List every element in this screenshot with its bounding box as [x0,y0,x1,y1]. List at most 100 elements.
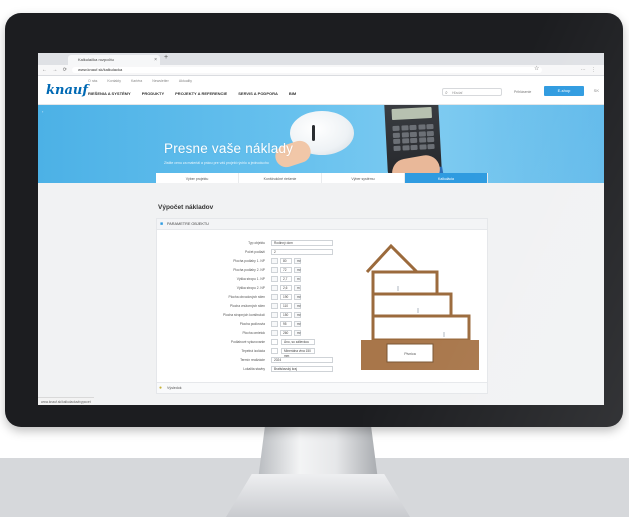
number-input[interactable]: 110 [280,303,292,309]
form-label: Plocha obvodových stien [228,295,265,299]
unit-label[interactable]: m [294,276,301,282]
form-row: Lokalita stavby Bratislavský kraj [157,366,343,373]
hero-prev-arrow[interactable]: ‹ [42,109,43,114]
stepper-decrement[interactable] [271,294,278,300]
form-row: Výška stropu 2. NP 2,6 m [157,285,343,292]
stepper-decrement[interactable] [271,258,278,264]
calculator-image [384,105,442,177]
browser-menu-icon[interactable]: ⋯ ⋮ [581,67,598,73]
form-label: Podlahové vykurovanie [230,340,265,344]
top-links: O nás Kontakty Kariéra Newsletter Aktuality [88,79,202,83]
stepper-decrement[interactable] [271,267,278,273]
main-nav-item[interactable]: PROJEKTY A REFERENCIE [175,91,227,96]
sleeve-image [412,166,446,183]
main-content: Výpočet nákladov ■ PARAMETRE OBJEKTU Piv… [156,196,488,394]
option-field[interactable]: Áno, so zálievkou [281,339,315,345]
eshop-button[interactable]: E-shop [544,86,584,96]
unit-label[interactable]: m² [294,258,301,264]
dropdown-field[interactable]: Rodinný dom [271,240,333,246]
unit-label[interactable]: m² [294,303,301,309]
search-input[interactable]: ⌕ Hľadať [442,88,502,96]
result-section[interactable]: ● Výsledok [157,382,487,393]
main-nav-item[interactable]: BIM [289,91,296,96]
process-tab[interactable]: Výber projektu [156,173,239,183]
checkbox[interactable] [271,348,278,354]
unit-label[interactable]: m² [294,330,301,336]
site-header: knauf O nás Kontakty Kariéra Newsletter Aktu… [38,76,604,105]
form-row: Plocha podlahy 1. NP 80 m² [157,258,343,265]
monitor-stand-base [226,474,410,517]
url-field[interactable]: www.knauf.sk/kalkulacka [72,67,542,73]
number-input[interactable]: 2,7 [280,276,292,282]
top-link[interactable]: Kariéra [131,79,142,83]
unit-label[interactable]: m² [294,267,301,273]
form-label: Tepelná izolácia [241,349,265,353]
browser-tab[interactable]: Kalkulačka rozpočtu × [68,55,160,65]
stepper-decrement[interactable] [271,321,278,327]
form-row: Plocha obvodových stien 190 m² [157,294,343,301]
top-link[interactable]: Aktuality [179,79,192,83]
browser-tabstrip: Kalkulačka rozpočtu × + [38,53,604,70]
login-link[interactable]: Prihlásenie [514,90,531,94]
unit-label[interactable]: m² [294,294,301,300]
unit-label[interactable]: m² [294,321,301,327]
number-input[interactable]: 2,6 [280,285,292,291]
close-tab-icon[interactable]: × [154,55,157,65]
number-input[interactable]: 80 [280,258,292,264]
number-input[interactable]: 260 [280,330,292,336]
stepper-decrement[interactable] [271,303,278,309]
form-label: Počet podlaží [245,250,265,254]
stepper-decrement[interactable] [271,276,278,282]
stepper-decrement[interactable] [271,312,278,318]
top-link[interactable]: O nás [88,79,97,83]
form-row: Plocha podkrovia 95 m² [157,321,343,328]
language-switch[interactable]: SK [594,88,599,93]
top-link[interactable]: Kontakty [107,79,121,83]
form-row: Typ objektu Rodinný dom [157,240,343,247]
process-tab[interactable]: Konštrukčné riešenie [239,173,322,183]
tab-title: Kalkulačka rozpočtu [78,57,114,62]
main-nav-item[interactable]: SERVIS A PODPORA [238,91,278,96]
panel-header-label: PARAMETRE OBJEKTU [167,222,209,226]
form-label: Termín realizácie [240,358,265,362]
house-cross-section-illustration: Pivnica [361,243,479,370]
dropdown-field[interactable]: 2 [271,249,333,255]
form-row: Tepelná izolácia Minerálna vlna 150 mm [157,348,343,358]
form-label: Plocha stropných konštrukcií [223,313,265,317]
form-row: Termín realizácie 2024 [157,357,343,364]
knauf-logo[interactable]: knauf [46,83,88,98]
dropdown-field[interactable]: 2024 [271,357,333,363]
dropdown-field[interactable]: Bratislavský kraj [271,366,333,372]
form-label: Typ objektu [248,241,265,245]
form-label: Plocha vnútorných stien [229,304,265,308]
option-field[interactable]: Minerálna vlna 150 mm [281,348,315,358]
stepper-decrement[interactable] [271,330,278,336]
form-label: Lokalita stavby [243,367,265,371]
basement-label: Pivnica [404,352,416,356]
top-link[interactable]: Newsletter [152,79,169,83]
bookmark-star-icon[interactable]: ☆ [534,65,539,72]
navigation-icons[interactable]: ← → ⟳ [42,67,69,73]
form-label: Výška stropu 1. NP [236,277,265,281]
form-row: Počet podlaží 2 [157,249,343,256]
stepper-decrement[interactable] [271,285,278,291]
checkbox[interactable] [271,339,278,345]
panel-header[interactable]: ■ PARAMETRE OBJEKTU [157,219,487,230]
browser-status-bar: www.knauf.sk/kalkulacka#vypocet [38,397,94,405]
number-input[interactable]: 150 [280,312,292,318]
new-tab-button[interactable]: + [164,54,168,61]
process-tab[interactable]: Kalkulácia [405,173,488,183]
number-input[interactable]: 190 [280,294,292,300]
monitor-stand-neck [258,424,378,480]
number-input[interactable]: 95 [280,321,292,327]
process-tab[interactable]: Výber systému [322,173,405,183]
unit-label[interactable]: m [294,285,301,291]
main-nav-item[interactable]: PRODUKTY [142,91,164,96]
main-nav-item[interactable]: RIEŠENIA A SYSTÉMY [88,91,131,96]
unit-label[interactable]: m² [294,312,301,318]
form-row: Výška stropu 1. NP 2,7 m [157,276,343,283]
form-label: Plocha podlahy 2. NP [233,268,265,272]
number-input[interactable]: 72 [280,267,292,273]
monitor-screen: Kalkulačka rozpočtu × + ← → ⟳ www.knauf.… [38,53,604,405]
form-row: Plocha stropných konštrukcií 150 m² [157,312,343,319]
